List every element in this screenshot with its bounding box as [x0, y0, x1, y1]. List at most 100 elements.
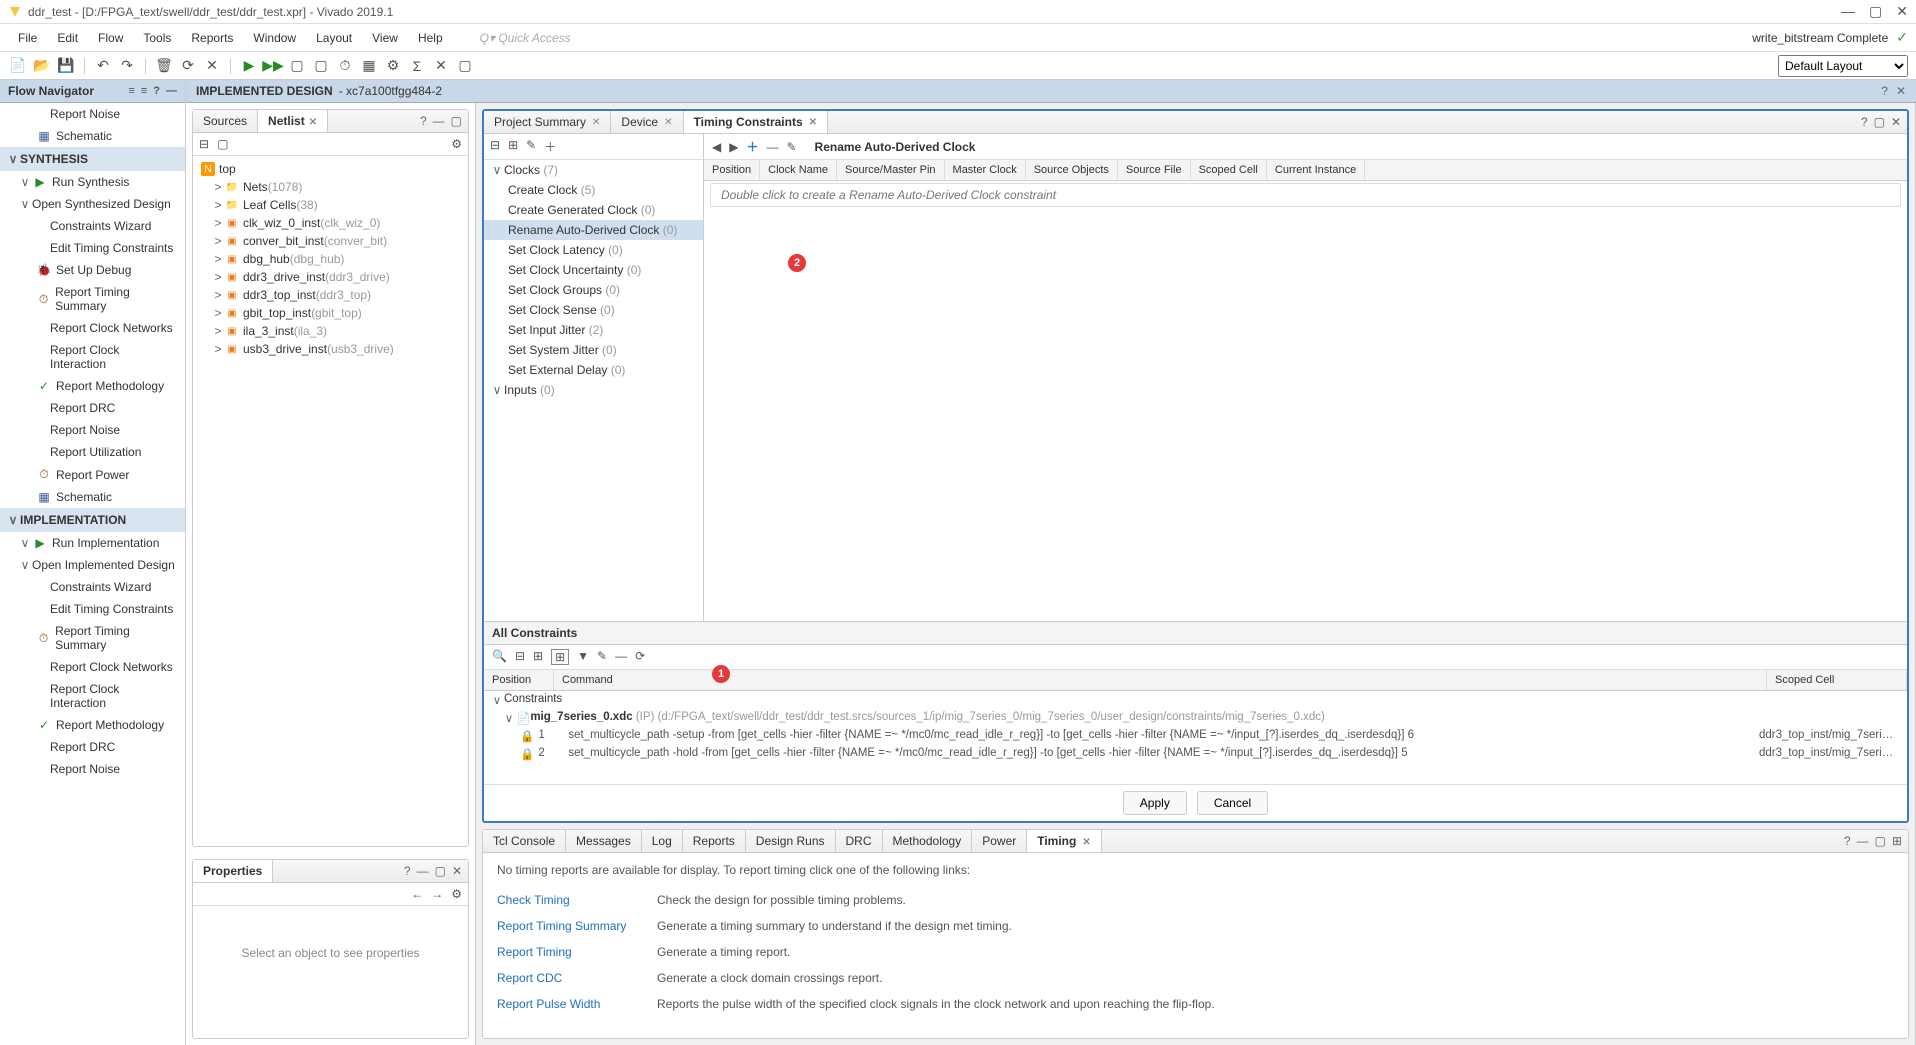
col-header[interactable]: Source File	[1118, 160, 1191, 180]
flow-nav-item[interactable]: Report Utilization	[0, 441, 185, 463]
run-step-icon[interactable]: ▶▶	[263, 56, 283, 76]
flow-nav-item[interactable]: Report DRC	[0, 736, 185, 758]
flow-nav-item[interactable]: Report Noise	[0, 103, 185, 125]
bottom-tab[interactable]: Power	[972, 830, 1027, 852]
flow-nav-item[interactable]: ⏱Report Power	[0, 463, 185, 486]
flow-nav-item[interactable]: Edit Timing Constraints	[0, 598, 185, 620]
flow-nav-item[interactable]: ✓Report Methodology	[0, 714, 185, 736]
close-icon[interactable]: ✕	[1896, 84, 1906, 98]
bottom-tab[interactable]: Timing✕	[1027, 830, 1102, 852]
expand-all-icon[interactable]: ⊞	[533, 649, 543, 665]
save-icon[interactable]: 💾	[56, 56, 76, 76]
wand-icon[interactable]: ✎	[526, 138, 536, 155]
help-icon[interactable]: ?	[153, 85, 160, 97]
open-icon[interactable]: 📂	[32, 56, 52, 76]
flow-nav-item[interactable]: ∨IMPLEMENTATION	[0, 508, 185, 532]
tab-device[interactable]: Device✕	[611, 111, 683, 133]
add-icon[interactable]: ＋	[544, 138, 556, 155]
netlist-item[interactable]: >▣clk_wiz_0_inst (clk_wiz_0)	[197, 214, 464, 232]
netlist-item[interactable]: >▣dbg_hub (dbg_hub)	[197, 250, 464, 268]
minimize-icon[interactable]: —	[1857, 834, 1869, 848]
edit-icon[interactable]: ✎	[786, 140, 796, 154]
close-icon[interactable]: ✕	[592, 117, 600, 128]
bottom-tab[interactable]: DRC	[836, 830, 883, 852]
tab-project-summary[interactable]: Project Summary✕	[484, 111, 611, 133]
flow-nav-item[interactable]: ∨Open Implemented Design	[0, 554, 185, 576]
constraint-tree-item[interactable]: Set External Delay (0)	[484, 360, 703, 380]
col-header[interactable]: Master Clock	[945, 160, 1026, 180]
bottom-tab[interactable]: Tcl Console	[483, 830, 566, 852]
constraint-tree-item[interactable]: Set Input Jitter (2)	[484, 320, 703, 340]
next-icon[interactable]: →	[431, 887, 443, 901]
constraint-tree-item[interactable]: ∨Clocks (7)	[484, 160, 703, 180]
close-icon[interactable]: ✕	[1082, 837, 1090, 848]
collapse-all-icon[interactable]: ⊟	[490, 138, 500, 155]
flow-nav-item[interactable]: ▦Schematic	[0, 125, 185, 147]
timing-link[interactable]: Report Timing	[497, 945, 627, 959]
tab-sources[interactable]: Sources	[193, 110, 258, 132]
col-header[interactable]: Source/Master Pin	[837, 160, 944, 180]
constraint-tree-item[interactable]: Rename Auto-Derived Clock (0)	[484, 220, 703, 240]
expand-icon[interactable]: ▢	[217, 137, 228, 151]
prev-icon[interactable]: ◀	[712, 140, 721, 154]
close-button[interactable]: ✕	[1896, 3, 1908, 20]
minimize-button[interactable]: —	[1841, 3, 1855, 20]
close-icon[interactable]: ✕	[664, 117, 672, 128]
tool-icon[interactable]: 🗑	[154, 56, 174, 76]
run-icon[interactable]: ▶	[239, 56, 259, 76]
help-icon[interactable]: ?	[1844, 834, 1851, 848]
flow-nav-item[interactable]: Report Noise	[0, 419, 185, 441]
col-header[interactable]: Scoped Cell	[1191, 160, 1267, 180]
constraint-row[interactable]: 🔒1set_multicycle_path -setup -from [get_…	[484, 727, 1907, 745]
constraint-tree-item[interactable]: Set Clock Groups (0)	[484, 280, 703, 300]
flow-nav-item[interactable]: ∨▶Run Implementation	[0, 532, 185, 554]
netlist-item[interactable]: >▣gbit_top_inst (gbit_top)	[197, 304, 464, 322]
netlist-item[interactable]: >▣usb3_drive_inst (usb3_drive)	[197, 340, 464, 358]
collapse-all-icon[interactable]: ⊟	[199, 137, 209, 151]
all-constraints-body[interactable]: ∨Constraints ∨📄 mig_7series_0.xdc (IP) (…	[484, 691, 1907, 784]
expand-all-icon[interactable]: ⊞	[508, 138, 518, 155]
bottom-tab[interactable]: Reports	[683, 830, 746, 852]
menu-flow[interactable]: Flow	[88, 31, 133, 45]
close-icon[interactable]: ✕	[452, 864, 462, 878]
cancel-icon[interactable]: ✕	[202, 56, 222, 76]
col-header[interactable]: Position	[704, 160, 760, 180]
bottom-tab[interactable]: Messages	[566, 830, 642, 852]
cancel-button[interactable]: Cancel	[1197, 791, 1268, 815]
flow-nav-item[interactable]: Report Noise	[0, 758, 185, 780]
filter-icon[interactable]: ▼	[577, 649, 589, 665]
flow-nav-item[interactable]: Report Clock Interaction	[0, 339, 185, 375]
menu-window[interactable]: Window	[243, 31, 306, 45]
col-scoped[interactable]: Scoped Cell	[1767, 670, 1907, 690]
collapse-all-icon[interactable]: ⊟	[515, 649, 525, 665]
flow-nav-item[interactable]: ⏱Report Timing Summary	[0, 620, 185, 656]
flow-nav-item[interactable]: ▦Schematic	[0, 486, 185, 508]
report-icon[interactable]: ▦	[359, 56, 379, 76]
constraint-tree-item[interactable]: Set Clock Sense (0)	[484, 300, 703, 320]
netlist-item[interactable]: >▣ddr3_top_inst (ddr3_top)	[197, 286, 464, 304]
step-into-icon[interactable]: ▢	[311, 56, 331, 76]
flow-nav-item[interactable]: Report Clock Networks	[0, 656, 185, 678]
more-icon[interactable]: ⊞	[1892, 834, 1902, 848]
netlist-item[interactable]: >📁Leaf Cells (38)	[197, 196, 464, 214]
constraint-tree-item[interactable]: Set System Jitter (0)	[484, 340, 703, 360]
undo-icon[interactable]: ↶	[93, 56, 113, 76]
timing-icon[interactable]: ⏱	[335, 56, 355, 76]
bottom-tab[interactable]: Log	[642, 830, 683, 852]
constraint-tree[interactable]: ∨Clocks (7)Create Clock (5)Create Genera…	[484, 160, 703, 621]
maximize-button[interactable]: ▢	[1869, 3, 1882, 20]
remove-icon[interactable]: —	[766, 140, 778, 154]
apply-button[interactable]: Apply	[1123, 791, 1187, 815]
menu-edit[interactable]: Edit	[47, 31, 88, 45]
bottom-tab[interactable]: Design Runs	[746, 830, 836, 852]
flow-nav-item[interactable]: Report Clock Interaction	[0, 678, 185, 714]
col-position[interactable]: Position	[484, 670, 554, 690]
maximize-icon[interactable]: ▢	[435, 864, 446, 878]
constraint-row[interactable]: 🔒2set_multicycle_path -hold -from [get_c…	[484, 745, 1907, 763]
collapse-icon[interactable]: ≡	[141, 85, 147, 97]
edit-icon[interactable]: ✎	[597, 649, 607, 665]
help-icon[interactable]: ?	[1861, 115, 1868, 129]
flow-nav-item[interactable]: ∨SYNTHESIS	[0, 147, 185, 171]
settings-icon[interactable]: ⚙	[383, 56, 403, 76]
search-icon[interactable]: 🔍	[492, 649, 507, 665]
